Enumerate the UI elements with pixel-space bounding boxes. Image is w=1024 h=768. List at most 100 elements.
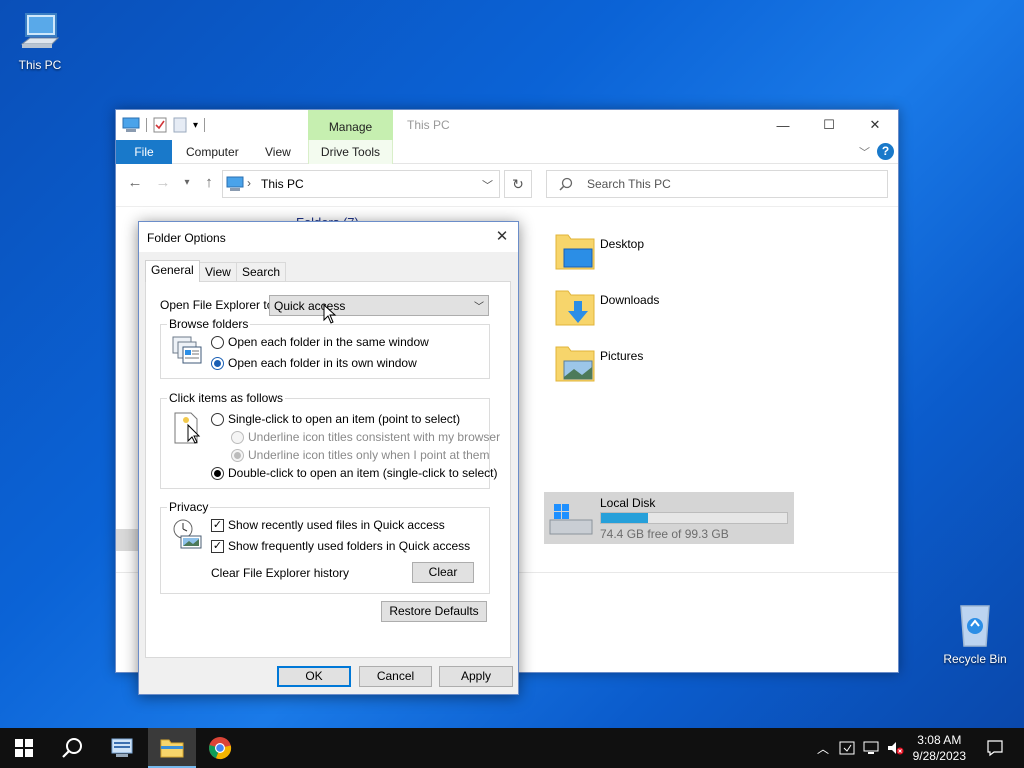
chevron-down-icon: ﹀ (474, 302, 484, 313)
show-hidden-icons-chevron-icon[interactable]: ︿ (812, 740, 834, 757)
browse-folders-legend: Browse folders (167, 317, 251, 331)
general-tab-panel: Open File Explorer to: Quick access ﹀ Br… (145, 281, 511, 658)
radio-underline-point[interactable]: Underline icon titles only when I point … (231, 448, 489, 462)
radio-same-window[interactable]: Open each folder in the same window (211, 335, 429, 349)
network-icon[interactable] (862, 740, 880, 756)
forward-arrow-icon[interactable]: → (154, 174, 172, 192)
desktop-icon-this-pc[interactable]: This PC (2, 10, 78, 72)
up-arrow-icon[interactable]: ↑ (200, 174, 218, 192)
disk-free-text: 74.4 GB free of 99.3 GB (600, 527, 729, 541)
search-button[interactable] (48, 728, 96, 768)
notifications-icon[interactable] (986, 739, 1004, 757)
folder-item-desktop[interactable]: Desktop (554, 229, 754, 279)
tab-search-options[interactable]: Search (236, 262, 287, 281)
click-document-icon (174, 412, 201, 444)
checkmark-icon: ✓ (211, 539, 224, 553)
windows-drive-icon (549, 504, 593, 535)
radio-circle (211, 356, 224, 370)
taskbar-app-server-manager[interactable] (98, 728, 146, 768)
open-to-select[interactable]: Quick access ﹀ (269, 295, 489, 316)
refresh-button[interactable]: ↻ (504, 170, 532, 198)
checkbox-frequent-folders[interactable]: ✓ Show frequently used folders in Quick … (211, 539, 470, 553)
search-icon (62, 738, 82, 758)
radio-double-click[interactable]: Double-click to open an item (single-cli… (211, 466, 497, 480)
radio-circle (231, 448, 244, 462)
clear-history-button[interactable]: Clear (412, 562, 474, 583)
file-explorer-icon (160, 739, 184, 758)
folder-options-dialog: Folder Options ✕ General View Search Ope… (138, 221, 519, 695)
tab-computer[interactable]: Computer (186, 140, 239, 164)
click-items-group: Click items as follows Single-click to o… (160, 391, 500, 489)
expand-ribbon-icon[interactable]: ﹀ (859, 144, 870, 160)
ok-button[interactable]: OK (277, 666, 351, 687)
browse-folders-icon (172, 336, 202, 364)
taskbar-app-file-explorer[interactable] (148, 728, 196, 768)
tab-view-options[interactable]: View (199, 262, 237, 281)
navigation-bar: ← → ▾ ↑ › This PC ﹀ ↻ Search This PC (116, 168, 898, 200)
radio-label: Open each folder in its own window (228, 356, 417, 370)
tab-file[interactable]: File (116, 140, 172, 164)
open-to-label: Open File Explorer to: (160, 298, 277, 312)
explorer-titlebar: ▾ Manage This PC — ☐ ✕ (116, 110, 898, 140)
radio-circle (211, 412, 224, 426)
apply-button[interactable]: Apply (439, 666, 513, 687)
desktop-icon-recycle-bin[interactable]: Recycle Bin (937, 602, 1013, 666)
window-controls: — ☐ ✕ (760, 110, 898, 140)
radio-circle (211, 466, 224, 480)
clock[interactable]: 3:08 AM 9/28/2023 (913, 732, 966, 764)
minimize-button[interactable]: — (760, 110, 806, 140)
breadcrumb-chevron-icon[interactable]: › (247, 176, 251, 190)
radio-circle (231, 430, 244, 444)
system-tray: ︿ (812, 728, 904, 768)
address-bar[interactable]: › This PC ﹀ (222, 170, 500, 198)
address-dropdown-icon[interactable]: ﹀ (482, 177, 493, 193)
checkbox-label: Show recently used files in Quick access (228, 518, 445, 532)
local-disk-tile[interactable]: Local Disk 74.4 GB free of 99.3 GB (544, 492, 794, 544)
maximize-button[interactable]: ☐ (806, 110, 852, 140)
close-button[interactable]: ✕ (852, 110, 898, 140)
recent-locations-icon[interactable]: ▾ (178, 174, 196, 192)
radio-label: Underline icon titles only when I point … (248, 448, 490, 462)
tab-general[interactable]: General (145, 260, 200, 282)
cancel-button[interactable]: Cancel (359, 666, 432, 687)
checkbox-recent-files[interactable]: ✓ Show recently used files in Quick acce… (211, 518, 445, 532)
radio-underline-browser[interactable]: Underline icon titles consistent with my… (231, 430, 500, 444)
search-placeholder: Search This PC (587, 177, 671, 191)
new-folder-icon[interactable] (173, 117, 187, 133)
pictures-folder-icon (555, 346, 595, 382)
server-manager-icon (111, 738, 133, 757)
radio-own-window[interactable]: Open each folder in its own window (211, 356, 417, 370)
privacy-clock-icon (173, 519, 202, 549)
taskbar-app-chrome[interactable] (196, 728, 244, 768)
taskbar: ︿ 3:08 AM 9/28/2023 (0, 728, 1024, 768)
folder-label: Downloads (600, 293, 660, 307)
action-center-flag-icon[interactable] (838, 740, 856, 756)
privacy-legend: Privacy (167, 500, 211, 514)
clock-time: 3:08 AM (917, 733, 962, 747)
quick-access-toolbar: ▾ (122, 116, 206, 134)
folder-item-pictures[interactable]: Pictures (554, 341, 754, 391)
dialog-close-button[interactable]: ✕ (492, 227, 512, 247)
volume-muted-icon[interactable] (886, 740, 904, 756)
window-title: This PC (407, 118, 450, 132)
folder-item-downloads[interactable]: Downloads (554, 285, 754, 335)
properties-icon[interactable] (153, 117, 167, 133)
mouse-cursor-icon (323, 304, 337, 324)
help-button[interactable]: ? (877, 143, 894, 160)
start-button[interactable] (0, 728, 48, 768)
tab-view[interactable]: View (265, 140, 291, 164)
search-box[interactable]: Search This PC (546, 170, 888, 198)
checkbox-label: Show frequently used folders in Quick ac… (228, 539, 471, 553)
tab-manage[interactable]: Manage (308, 110, 393, 140)
radio-single-click[interactable]: Single-click to open an item (point to s… (211, 412, 460, 426)
tab-drive-tools[interactable]: Drive Tools (308, 140, 393, 164)
address-text: This PC (261, 177, 304, 191)
qat-dropdown-icon[interactable]: ▾ (193, 120, 198, 131)
downloads-folder-icon (555, 290, 595, 326)
search-icon (559, 177, 573, 191)
restore-defaults-button[interactable]: Restore Defaults (381, 601, 487, 622)
ribbon-tabs: File Computer View Drive Tools (116, 140, 898, 164)
back-arrow-icon[interactable]: ← (126, 174, 144, 192)
chrome-icon (209, 737, 232, 760)
browse-folders-group: Browse folders Open each folder in the s… (160, 317, 490, 379)
